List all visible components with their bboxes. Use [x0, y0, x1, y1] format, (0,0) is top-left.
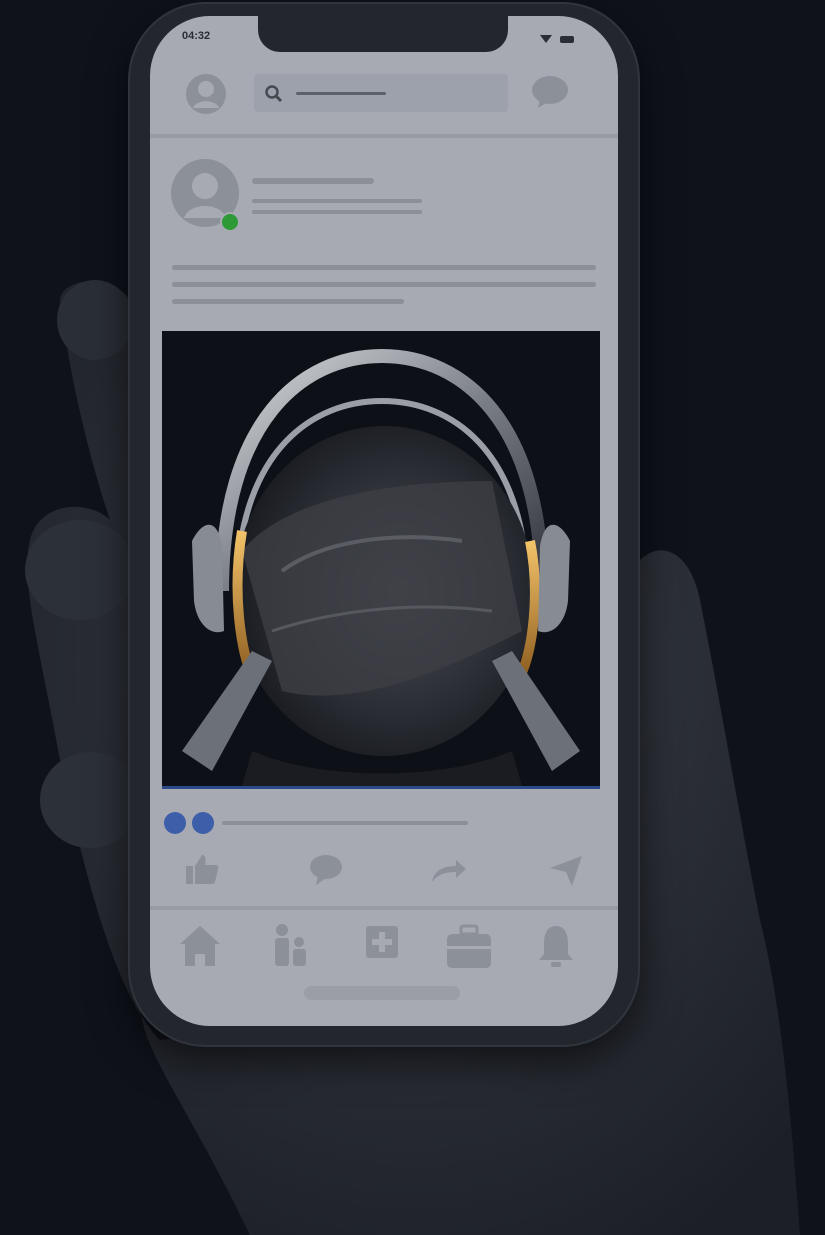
status-icons [538, 32, 578, 50]
signal-battery-icon [540, 35, 574, 43]
top-divider [150, 134, 618, 138]
home-icon[interactable] [178, 922, 222, 968]
post-text-line-3 [172, 299, 404, 304]
post-text-line-1 [172, 265, 596, 270]
meta-line-1 [252, 199, 422, 203]
like-icon[interactable] [184, 852, 220, 888]
friends-icon[interactable] [270, 922, 310, 968]
meta-line-2 [252, 210, 422, 214]
add-icon[interactable] [362, 922, 402, 962]
post-text-line-2 [172, 282, 596, 287]
post-actions [150, 852, 618, 896]
comment-icon[interactable] [308, 852, 344, 888]
search-box[interactable] [254, 74, 508, 112]
reaction-like-icon[interactable] [164, 812, 186, 834]
astronaut-helmet-image [162, 331, 600, 786]
messenger-icon[interactable] [530, 74, 570, 110]
nav-divider [150, 906, 618, 910]
status-time: 04:32 [182, 30, 211, 42]
phone-screen: 04:32 [150, 16, 618, 1026]
post-image[interactable] [162, 331, 600, 789]
top-bar [150, 66, 618, 136]
reaction-summary-line [222, 821, 468, 825]
notifications-icon[interactable] [536, 922, 576, 968]
reaction-love-icon[interactable] [192, 812, 214, 834]
search-icon [265, 85, 283, 103]
search-placeholder-line [296, 92, 386, 95]
online-status-dot [220, 212, 240, 232]
marketplace-icon[interactable] [444, 922, 494, 972]
notch [258, 16, 508, 52]
bottom-nav [150, 922, 618, 992]
send-icon[interactable] [548, 852, 584, 888]
reactions-row [150, 812, 618, 842]
share-icon[interactable] [428, 852, 468, 888]
home-indicator[interactable] [304, 986, 460, 1000]
author-name-line [252, 178, 374, 184]
post-header [150, 156, 618, 246]
profile-avatar-icon[interactable] [184, 72, 228, 116]
phone-frame: 04:32 [128, 2, 640, 1047]
